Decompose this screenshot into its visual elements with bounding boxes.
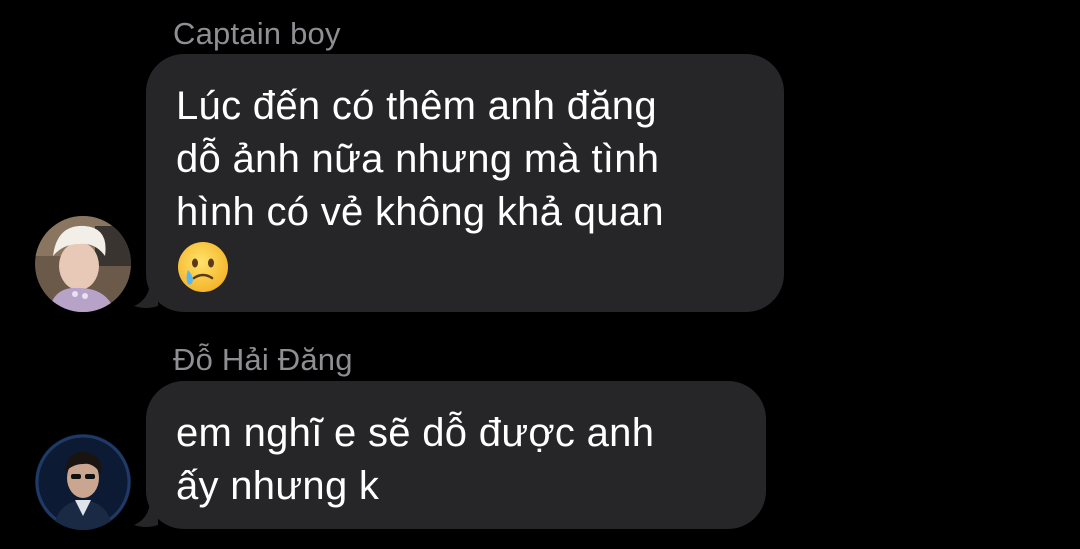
face-holding-back-tears-icon — [178, 242, 228, 293]
emoji-line — [176, 239, 756, 294]
message-line: ấy nhưng k — [176, 464, 380, 508]
message-line: em nghĩ e sẽ dỗ được anh — [176, 411, 655, 455]
message-bubble-2[interactable]: em nghĩ e sẽ dỗ được anh ấy nhưng k — [146, 381, 766, 529]
sender-name-captain-boy: Captain boy — [173, 16, 341, 51]
avatar-blonde-user-icon — [35, 216, 131, 312]
avatar-captain-boy[interactable] — [35, 216, 131, 312]
message-line: Lúc đến có thêm anh đăng — [176, 84, 657, 128]
message-line: dỗ ảnh nữa nhưng mà tình — [176, 137, 660, 181]
sender-name-do-hai-dang: Đỗ Hải Đăng — [173, 342, 353, 377]
message-line: hình có vẻ không khả quan — [176, 190, 664, 234]
avatar-dark-user-icon — [35, 434, 131, 530]
chat-thread: Captain boy Lúc đến có thêm anh đăng dỗ … — [0, 0, 1080, 549]
avatar-do-hai-dang[interactable] — [35, 434, 131, 530]
message-bubble-1[interactable]: Lúc đến có thêm anh đăng dỗ ảnh nữa nhưn… — [146, 54, 784, 312]
